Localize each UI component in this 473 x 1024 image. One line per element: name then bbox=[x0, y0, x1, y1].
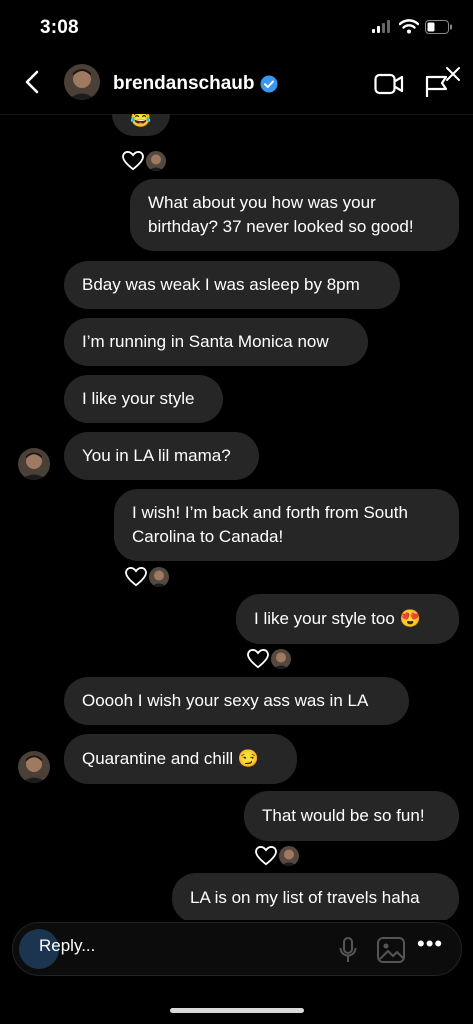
message-text: That would be so fun! bbox=[262, 806, 425, 825]
message-text: What about you how was your birthday? 37… bbox=[148, 193, 414, 236]
verified-badge-icon bbox=[260, 75, 278, 93]
message-reaction[interactable] bbox=[255, 846, 299, 866]
message-text: You in LA lil mama? bbox=[82, 446, 231, 465]
heart-icon bbox=[255, 846, 277, 866]
message-text: 😂 bbox=[130, 114, 152, 128]
heart-icon bbox=[247, 649, 269, 669]
back-chevron-icon[interactable] bbox=[20, 68, 44, 96]
message-bubble-sent[interactable]: I wish! I’m back and forth from South Ca… bbox=[114, 489, 459, 561]
heart-icon bbox=[125, 567, 147, 587]
header-avatar[interactable] bbox=[64, 64, 100, 100]
microphone-icon[interactable] bbox=[339, 937, 357, 963]
more-icon[interactable]: ••• bbox=[417, 931, 443, 957]
flag-icon[interactable] bbox=[424, 64, 462, 100]
reaction-avatar bbox=[146, 151, 166, 171]
battery-icon bbox=[425, 20, 452, 34]
message-bubble-received[interactable]: I’m running in Santa Monica now bbox=[64, 318, 368, 366]
message-reaction[interactable] bbox=[122, 151, 166, 171]
message-text: I like your style bbox=[82, 389, 195, 408]
reaction-avatar bbox=[149, 567, 169, 587]
message-text: I wish! I’m back and forth from South Ca… bbox=[132, 503, 408, 546]
message-composer[interactable]: Reply... ••• bbox=[12, 922, 462, 976]
message-text: Quarantine and chill 😏 bbox=[82, 749, 260, 768]
message-bubble-received[interactable]: Quarantine and chill 😏 bbox=[64, 734, 297, 784]
message-text: I like your style too 😍 bbox=[254, 609, 421, 628]
home-indicator bbox=[170, 1008, 304, 1013]
message-bubble-received[interactable]: Bday was weak I was asleep by 8pm bbox=[64, 261, 400, 309]
message-bubble-received[interactable]: 😂 bbox=[112, 114, 170, 136]
message-bubble-received[interactable]: I like your style bbox=[64, 375, 223, 423]
message-bubble-received[interactable]: Ooooh I wish your sexy ass was in LA bbox=[64, 677, 409, 725]
sender-avatar[interactable] bbox=[18, 448, 50, 480]
heart-icon bbox=[122, 151, 144, 171]
message-text: I’m running in Santa Monica now bbox=[82, 332, 329, 351]
message-bubble-sent[interactable]: LA is on my list of travels haha bbox=[172, 873, 459, 920]
message-text: LA is on my list of travels haha bbox=[190, 888, 420, 907]
status-time: 3:08 bbox=[40, 17, 79, 38]
message-text: Ooooh I wish your sexy ass was in LA bbox=[82, 691, 369, 710]
chat-header: brendanschaub bbox=[0, 52, 473, 115]
reply-label[interactable]: Reply... bbox=[39, 936, 95, 956]
status-bar: 3:08 bbox=[0, 0, 473, 52]
username[interactable]: brendanschaub bbox=[113, 73, 254, 95]
message-list[interactable]: 😂 What about you how was your birthday? … bbox=[0, 114, 473, 920]
message-bubble-received[interactable]: You in LA lil mama? bbox=[64, 432, 259, 480]
wifi-icon bbox=[399, 19, 419, 34]
message-bubble-sent[interactable]: What about you how was your birthday? 37… bbox=[130, 179, 459, 251]
reaction-avatar bbox=[279, 846, 299, 866]
sender-avatar[interactable] bbox=[18, 751, 50, 783]
reaction-avatar bbox=[271, 649, 291, 669]
gallery-icon[interactable] bbox=[377, 937, 405, 963]
message-text: Bday was weak I was asleep by 8pm bbox=[82, 275, 360, 294]
video-call-icon[interactable] bbox=[374, 73, 404, 95]
message-bubble-sent[interactable]: That would be so fun! bbox=[244, 791, 459, 841]
message-reaction[interactable] bbox=[125, 567, 169, 587]
signal-icon bbox=[372, 20, 390, 33]
message-bubble-sent[interactable]: I like your style too 😍 bbox=[236, 594, 459, 644]
message-reaction[interactable] bbox=[247, 649, 291, 669]
